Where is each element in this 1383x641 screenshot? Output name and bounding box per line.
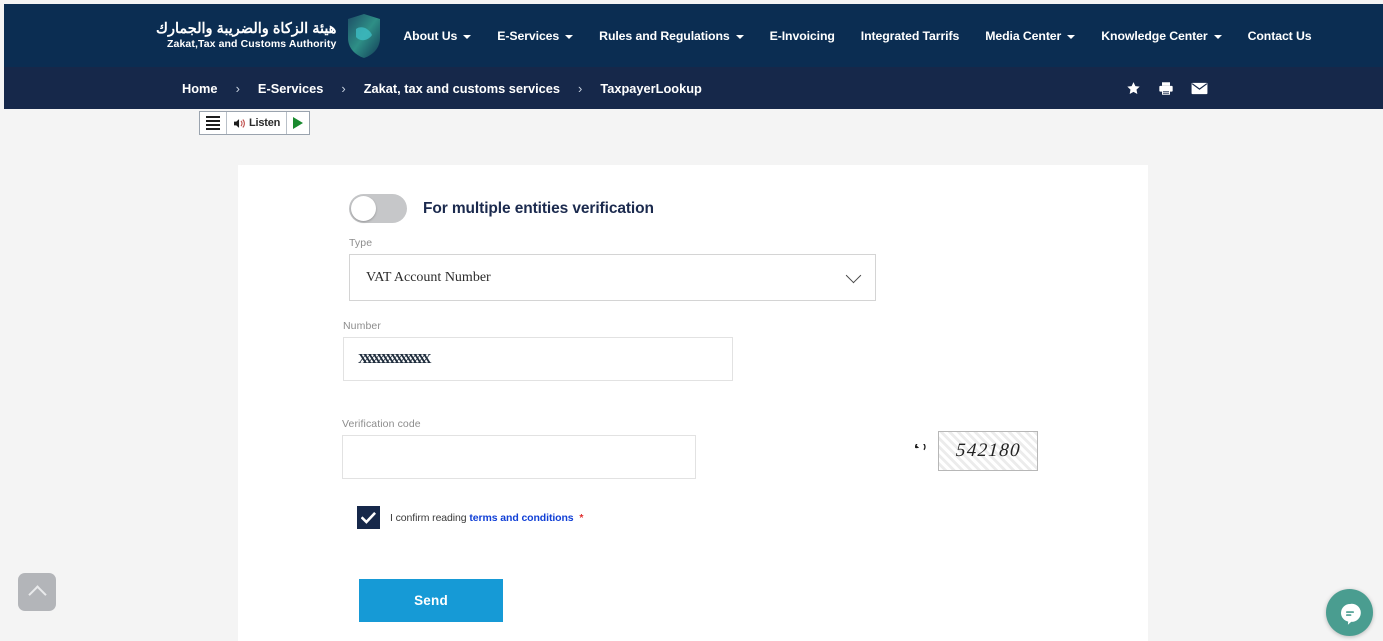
menu-item-label: Rules and Regulations xyxy=(599,28,730,43)
captcha-image: 542180 xyxy=(938,431,1038,471)
type-select[interactable]: VAT Account Number xyxy=(349,254,876,301)
menu-item-label: Media Center xyxy=(985,28,1062,43)
menu-item-about-us[interactable]: About Us xyxy=(390,23,484,49)
menu-item-label: About Us xyxy=(403,28,458,43)
breadcrumb: Home › E-Services › Zakat, tax and custo… xyxy=(182,81,702,96)
terms-checkbox[interactable] xyxy=(357,506,380,529)
chevron-down-icon xyxy=(1213,34,1222,39)
listen-widget: Listen xyxy=(199,111,311,135)
speaker-icon xyxy=(233,118,246,129)
lines-icon xyxy=(206,116,220,130)
menu-item-e-services[interactable]: E-Services xyxy=(484,23,586,49)
listen-button[interactable]: Listen xyxy=(227,112,288,134)
listen-play-button[interactable] xyxy=(287,112,309,134)
chevron-down-icon xyxy=(735,34,744,39)
breadcrumb-item-home[interactable]: Home xyxy=(182,81,218,96)
star-icon[interactable] xyxy=(1126,81,1141,96)
play-icon xyxy=(293,117,304,129)
email-icon[interactable] xyxy=(1191,82,1208,95)
breadcrumb-item-zakat-tax-customs-services[interactable]: Zakat, tax and customs services xyxy=(364,81,560,96)
number-field-label: Number xyxy=(343,320,381,332)
listen-menu-button[interactable] xyxy=(200,112,227,134)
brand-logo-block[interactable]: هيئة الزكاة والضريبة والجمارك Zakat,Tax … xyxy=(156,13,390,59)
chevron-down-icon xyxy=(565,34,574,39)
menu-item-contact-us[interactable]: Contact Us xyxy=(1235,23,1325,49)
menu-item-media-center[interactable]: Media Center xyxy=(972,23,1088,49)
breadcrumb-item-taxpayerlookup: TaxpayerLookup xyxy=(600,80,702,96)
menu-item-label: Contact Us xyxy=(1247,28,1312,43)
captcha-text: 542180 xyxy=(954,440,1022,461)
chevron-down-icon xyxy=(463,34,472,39)
page-root: هيئة الزكاة والضريبة والجمارك Zakat,Tax … xyxy=(0,0,1383,641)
terms-text-prefix: I confirm reading xyxy=(390,511,467,524)
taxpayer-lookup-form-card: For multiple entities verification Type … xyxy=(238,165,1148,641)
menu-item-e-invoicing[interactable]: E-Invoicing xyxy=(757,23,848,49)
menu-item-rules-and-regulations[interactable]: Rules and Regulations xyxy=(586,23,756,49)
multiple-entities-toggle-row: For multiple entities verification xyxy=(349,194,654,223)
breadcrumb-bar: Home › E-Services › Zakat, tax and custo… xyxy=(4,67,1383,109)
chat-button[interactable] xyxy=(1326,589,1373,636)
menu-item-integrated-tarrifs[interactable]: Integrated Tarrifs xyxy=(848,23,972,49)
breadcrumb-item-e-services[interactable]: E-Services xyxy=(258,81,323,96)
number-field-group: Number XXXXXXXXXXXXXXX xyxy=(343,320,733,381)
type-select-value: VAT Account Number xyxy=(366,269,491,285)
type-field-group: Type VAT Account Number xyxy=(349,237,876,301)
menu-item-label: E-Invoicing xyxy=(769,28,835,43)
multiple-entities-toggle-label: For multiple entities verification xyxy=(423,199,654,217)
multiple-entities-toggle[interactable] xyxy=(349,194,407,223)
terms-confirm-text: I confirm reading terms and conditions * xyxy=(390,512,583,524)
menu-item-knowledge-center[interactable]: Knowledge Center xyxy=(1088,23,1234,49)
menu-item-label: E-Services xyxy=(497,28,560,43)
breadcrumb-separator-icon: › xyxy=(235,80,240,96)
send-button[interactable]: Send xyxy=(359,579,503,622)
breadcrumb-separator-icon: › xyxy=(341,80,346,96)
chevron-down-icon xyxy=(1067,34,1076,39)
scroll-to-top-button[interactable] xyxy=(18,573,56,611)
chevron-down-icon xyxy=(845,267,862,284)
number-input[interactable]: XXXXXXXXXXXXXXX xyxy=(343,337,733,381)
required-asterisk: * xyxy=(579,511,584,524)
chat-bubble-icon xyxy=(1337,600,1363,626)
main-menu: About Us E-Services Rules and Regulation… xyxy=(390,23,1324,49)
number-input-value: XXXXXXXXXXXXXXX xyxy=(358,351,431,366)
type-field-label: Type xyxy=(349,237,373,249)
brand-text: هيئة الزكاة والضريبة والجمارك Zakat,Tax … xyxy=(156,20,336,51)
chevron-up-icon xyxy=(27,585,47,604)
brand-name-english: Zakat,Tax and Customs Authority xyxy=(167,38,337,50)
menu-item-label: Knowledge Center xyxy=(1101,28,1208,43)
brand-name-arabic: هيئة الزكاة والضريبة والجمارك xyxy=(156,20,337,37)
verification-code-label: Verification code xyxy=(342,418,421,430)
verification-code-input[interactable] xyxy=(342,435,696,479)
listen-label: Listen xyxy=(249,117,281,129)
content-area: For multiple entities verification Type … xyxy=(4,109,1383,641)
verification-code-field-group: Verification code xyxy=(342,418,696,479)
toggle-knob xyxy=(351,196,376,221)
top-navigation-bar: هيئة الزكاة والضريبة والجمارك Zakat,Tax … xyxy=(4,4,1383,67)
breadcrumb-actions xyxy=(1126,81,1208,96)
refresh-icon[interactable] xyxy=(913,444,926,458)
breadcrumb-separator-icon: › xyxy=(578,80,583,96)
terms-confirm-row: I confirm reading terms and conditions * xyxy=(357,506,583,529)
captcha-group: 542180 xyxy=(913,431,1038,471)
zatca-shield-logo xyxy=(346,13,382,59)
menu-item-label: Integrated Tarrifs xyxy=(860,28,960,43)
terms-and-conditions-link[interactable]: terms and conditions xyxy=(469,512,573,524)
print-icon[interactable] xyxy=(1158,81,1174,96)
